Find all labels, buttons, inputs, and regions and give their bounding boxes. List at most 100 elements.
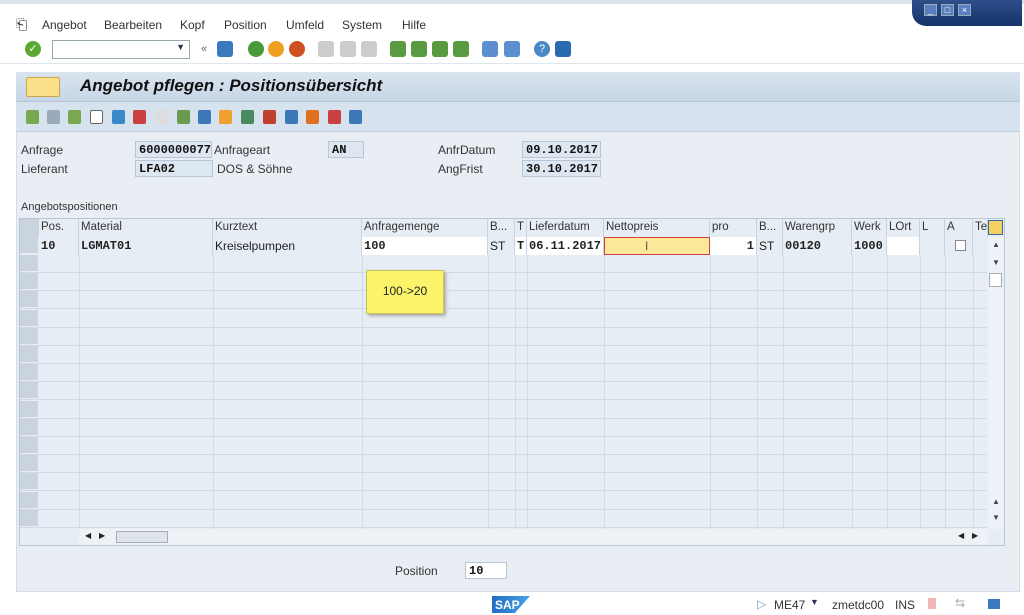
printer-icon[interactable] <box>198 110 211 124</box>
insert-mode[interactable]: INS <box>895 598 915 612</box>
save-icon[interactable] <box>217 41 233 57</box>
col-header[interactable]: Te <box>973 219 988 237</box>
shortcut-icon[interactable] <box>504 41 520 57</box>
row-selector[interactable] <box>20 455 38 473</box>
scroll-page-up-icon[interactable]: ▲ <box>992 497 1000 506</box>
menu-umfeld[interactable]: Umfeld <box>286 18 324 32</box>
row-selector[interactable] <box>20 418 38 436</box>
scroll-page-down-icon[interactable]: ▼ <box>992 513 1000 522</box>
anfrageart-field[interactable]: AN <box>328 141 364 158</box>
back-icon[interactable] <box>248 41 264 57</box>
find-next-icon[interactable] <box>361 41 377 57</box>
new-item-icon[interactable] <box>90 110 103 124</box>
col-header[interactable]: Lieferdatum <box>527 219 604 237</box>
cell-bme[interactable]: ST <box>488 237 515 255</box>
col-header[interactable]: A <box>945 219 973 237</box>
menu-bearbeiten[interactable]: Bearbeiten <box>104 18 162 32</box>
help-icon[interactable]: ? <box>534 41 550 57</box>
row-selector[interactable] <box>20 491 38 509</box>
close-button[interactable]: × <box>958 4 971 16</box>
enter-icon[interactable]: ✓ <box>25 41 41 57</box>
text-icon[interactable] <box>156 110 169 124</box>
cell-bpe[interactable]: ST <box>757 237 783 255</box>
col-header[interactable]: Anfragemenge <box>362 219 488 237</box>
checkbox-a[interactable] <box>955 240 966 251</box>
cancel-icon[interactable] <box>289 41 305 57</box>
row-selector[interactable] <box>20 237 38 254</box>
lock-icon[interactable] <box>988 599 1000 609</box>
new-session-icon[interactable] <box>482 41 498 57</box>
row-selector[interactable] <box>20 255 38 272</box>
lieferant-field[interactable]: LFA02 <box>135 160 213 177</box>
angfrist-field[interactable]: 30.10.2017 <box>522 160 601 177</box>
scroll-right-icon[interactable]: ▶ <box>99 531 105 540</box>
row-selector[interactable] <box>20 364 38 382</box>
col-header[interactable]: T <box>515 219 527 237</box>
condition-icon[interactable] <box>219 110 232 124</box>
row-selector[interactable] <box>20 382 38 400</box>
delete-icon[interactable] <box>112 110 125 124</box>
h-scroll-thumb[interactable] <box>116 531 168 543</box>
cell-werk[interactable]: 1000 <box>852 237 887 255</box>
cell-nettopreis[interactable]: I <box>604 237 710 255</box>
col-header[interactable]: Kurztext <box>213 219 362 237</box>
cell-lort[interactable] <box>887 237 920 255</box>
horizontal-scrollbar[interactable]: ◀ ▶ <box>79 529 988 545</box>
position-field[interactable]: 10 <box>465 562 507 579</box>
partner-icon[interactable] <box>177 110 190 124</box>
edit-icon[interactable] <box>285 110 298 124</box>
cell-lieferdatum[interactable]: 06.11.2017 <box>527 237 604 255</box>
col-header[interactable]: B... <box>488 219 515 237</box>
screen-menu-icon[interactable] <box>26 77 60 97</box>
cell-material[interactable]: LGMAT01 <box>79 237 213 255</box>
row-selector[interactable] <box>20 400 38 418</box>
row-selector[interactable] <box>20 327 38 345</box>
row-selector[interactable] <box>20 346 38 363</box>
first-page-icon[interactable] <box>390 41 406 57</box>
prev-page-icon[interactable] <box>411 41 427 57</box>
scroll-thumb[interactable] <box>989 273 1002 287</box>
item-detail-icon[interactable] <box>47 110 60 124</box>
menu-icon[interactable]: ⎗ <box>16 16 27 33</box>
print-icon[interactable] <box>318 41 334 57</box>
settings-icon[interactable] <box>349 110 362 124</box>
anfrdatum-field[interactable]: 09.10.2017 <box>522 141 601 158</box>
cell-menge[interactable]: 100 <box>362 237 488 255</box>
item-select-icon[interactable] <box>68 110 81 124</box>
cell-pos[interactable]: 10 <box>39 237 79 255</box>
table-settings-icon[interactable] <box>988 220 1003 235</box>
chevron-down-icon[interactable]: ▼ <box>810 597 819 607</box>
scroll-left-icon[interactable]: ◀ <box>958 531 964 540</box>
col-header[interactable]: Werk <box>852 219 887 237</box>
col-header[interactable]: Material <box>79 219 213 237</box>
menu-hilfe[interactable]: Hilfe <box>402 18 426 32</box>
chevron-down-icon[interactable]: ▼ <box>176 42 185 52</box>
menu-angebot[interactable]: Angebot <box>42 18 87 32</box>
calendar-icon[interactable] <box>263 110 276 124</box>
anfrage-field[interactable]: 6000000077 <box>135 141 212 158</box>
scroll-up-icon[interactable]: ▲ <box>992 240 1000 249</box>
row-selector[interactable] <box>20 273 38 291</box>
scroll-left-icon[interactable]: ◀ <box>85 531 91 540</box>
command-field[interactable]: ▼ <box>52 40 190 59</box>
exit-icon[interactable] <box>268 41 284 57</box>
next-page-icon[interactable] <box>432 41 448 57</box>
customize-layout-icon[interactable] <box>555 41 571 57</box>
col-header[interactable]: pro <box>710 219 757 237</box>
col-header[interactable]: Pos. <box>39 219 79 237</box>
stamp-icon[interactable] <box>133 110 146 124</box>
cell-pro[interactable]: 1 <box>710 237 757 255</box>
row-selector[interactable] <box>20 437 38 454</box>
last-page-icon[interactable] <box>453 41 469 57</box>
maximize-button[interactable]: □ <box>941 4 954 16</box>
col-header[interactable]: LOrt <box>887 219 920 237</box>
row-selector[interactable] <box>20 291 38 309</box>
play-icon[interactable]: ▷ <box>757 597 766 611</box>
menu-position[interactable]: Position <box>224 18 267 32</box>
scroll-down-icon[interactable]: ▼ <box>992 258 1000 267</box>
minimize-button[interactable]: _ <box>924 4 937 16</box>
row-selector[interactable] <box>20 509 38 527</box>
select-all-button[interactable] <box>20 219 39 237</box>
col-header[interactable]: Nettopreis <box>604 219 710 237</box>
collapse-icon[interactable]: « <box>196 41 212 57</box>
